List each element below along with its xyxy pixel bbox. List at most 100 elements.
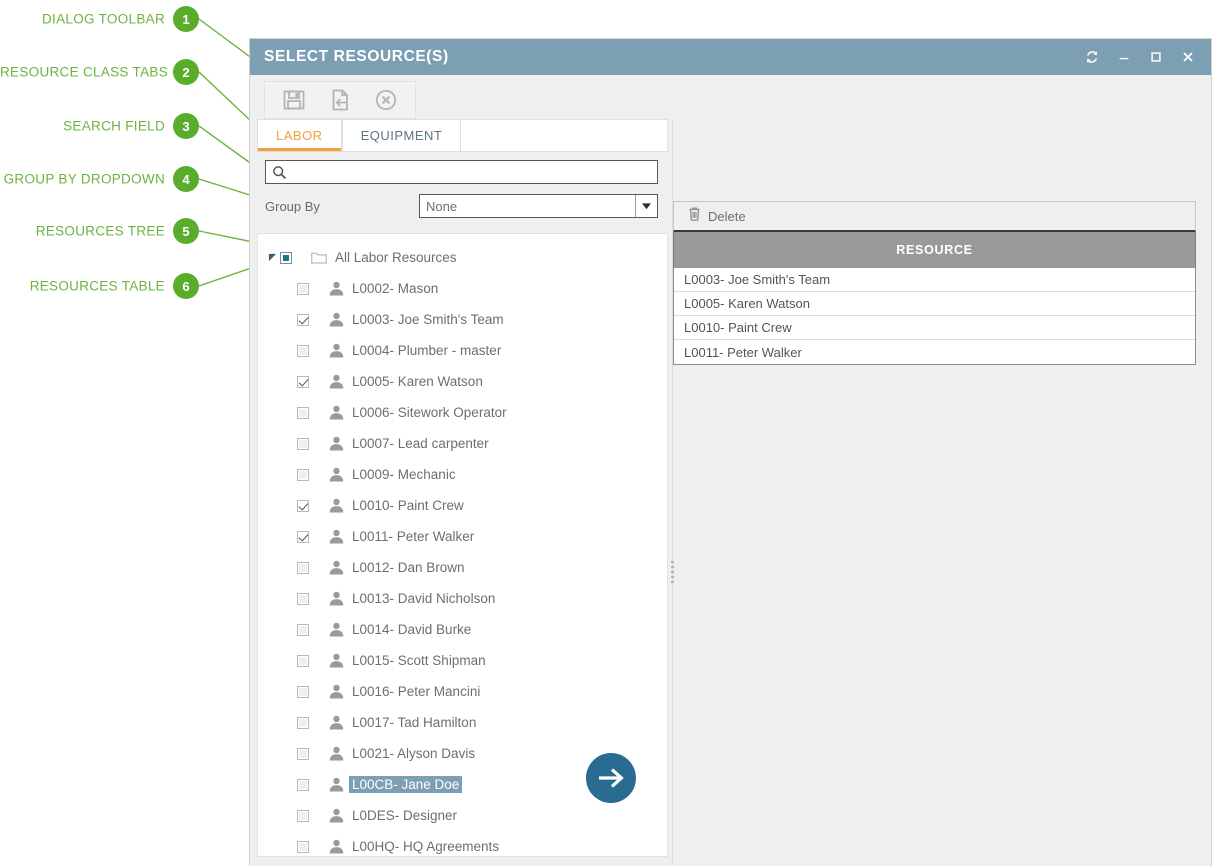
- annotation-badge-6: 6: [173, 273, 199, 299]
- tree-item[interactable]: L0004- Plumber - master: [258, 335, 667, 366]
- tree-item[interactable]: L0006- Sitework Operator: [258, 397, 667, 428]
- tree-item-label: L0021- Alyson Davis: [349, 745, 478, 762]
- filter-box: Group By None: [257, 151, 668, 226]
- chevron-down-icon[interactable]: [635, 195, 657, 217]
- annotation-badge-3: 3: [173, 113, 199, 139]
- refresh-icon[interactable]: [1077, 42, 1107, 72]
- person-icon: [323, 684, 349, 699]
- person-icon: [323, 746, 349, 761]
- tree-item-label: L0014- David Burke: [349, 621, 474, 638]
- tab-equipment[interactable]: EQUIPMENT: [342, 119, 462, 151]
- tree-item-checkbox[interactable]: [297, 593, 323, 605]
- tree-item[interactable]: L0005- Karen Watson: [258, 366, 667, 397]
- tree-item[interactable]: L0007- Lead carpenter: [258, 428, 667, 459]
- delete-label: Delete: [708, 209, 746, 224]
- tree-item[interactable]: L0014- David Burke: [258, 614, 667, 645]
- table-row[interactable]: L0011- Peter Walker: [674, 340, 1195, 364]
- person-icon: [323, 436, 349, 451]
- tree-item-checkbox[interactable]: [297, 810, 323, 822]
- group-by-dropdown[interactable]: None: [419, 194, 658, 218]
- group-by-label: Group By: [265, 199, 419, 214]
- left-pane: LABOR EQUIPMENT: [257, 119, 668, 863]
- resources-tree[interactable]: All Labor Resources L0002- MasonL0003- J…: [257, 233, 668, 857]
- table-row[interactable]: L0005- Karen Watson: [674, 292, 1195, 316]
- tree-item-checkbox[interactable]: [297, 562, 323, 574]
- tree-item[interactable]: L0003- Joe Smith's Team: [258, 304, 667, 335]
- tree-item-label: L00HQ- HQ Agreements: [349, 838, 502, 855]
- splitter-grip[interactable]: [671, 561, 675, 583]
- tree-item-label: L0004- Plumber - master: [349, 342, 504, 359]
- person-icon: [323, 839, 349, 854]
- table-row[interactable]: L0003- Joe Smith's Team: [674, 268, 1195, 292]
- resources-table-panel: Delete RESOURCE L0003- Joe Smith's TeamL…: [673, 201, 1196, 365]
- expand-collapse-icon[interactable]: [264, 253, 280, 262]
- cancel-icon[interactable]: [363, 83, 409, 117]
- tree-item-label: L0011- Peter Walker: [349, 528, 477, 545]
- tree-item-checkbox[interactable]: [297, 345, 323, 357]
- person-icon: [323, 715, 349, 730]
- tree-item-label: L0017- Tad Hamilton: [349, 714, 479, 731]
- person-icon: [323, 622, 349, 637]
- annotation-badge-1: 1: [173, 6, 199, 32]
- person-icon: [323, 312, 349, 327]
- tree-item[interactable]: L0017- Tad Hamilton: [258, 707, 667, 738]
- grid-toolbar: Delete: [673, 201, 1196, 232]
- tab-labor[interactable]: LABOR: [257, 119, 342, 151]
- search-input[interactable]: [292, 162, 657, 182]
- tab-filler: [461, 119, 668, 151]
- person-icon: [323, 529, 349, 544]
- tree-root-node[interactable]: All Labor Resources: [258, 242, 667, 273]
- screenshot-root: DIALOG TOOLBAR 1 RESOURCE CLASS TABS 2 S…: [0, 0, 1223, 866]
- tree-item-label: L0009- Mechanic: [349, 466, 459, 483]
- search-field[interactable]: [265, 160, 658, 184]
- resource-class-tabs: LABOR EQUIPMENT: [257, 119, 668, 151]
- tree-item-checkbox[interactable]: [297, 841, 323, 853]
- tree-item[interactable]: L0016- Peter Mancini: [258, 676, 667, 707]
- tree-item-checkbox[interactable]: [297, 748, 323, 760]
- tree-item[interactable]: L0002- Mason: [258, 273, 667, 304]
- dialog-toolbar: [264, 81, 416, 119]
- maximize-icon[interactable]: [1141, 42, 1171, 72]
- grid-column-resource[interactable]: RESOURCE: [896, 243, 972, 257]
- tree-item[interactable]: L0015- Scott Shipman: [258, 645, 667, 676]
- tree-item[interactable]: L0011- Peter Walker: [258, 521, 667, 552]
- tree-item-checkbox[interactable]: [297, 314, 323, 326]
- tree-item-checkbox[interactable]: [297, 283, 323, 295]
- tree-item-checkbox[interactable]: [297, 469, 323, 481]
- tree-item-checkbox[interactable]: [297, 531, 323, 543]
- group-by-value: None: [420, 199, 635, 214]
- tree-item[interactable]: L0010- Paint Crew: [258, 490, 667, 521]
- tree-item[interactable]: L0009- Mechanic: [258, 459, 667, 490]
- tree-root-checkbox[interactable]: [280, 252, 306, 264]
- tree-item-checkbox[interactable]: [297, 655, 323, 667]
- tree-item[interactable]: L0DES- Designer: [258, 800, 667, 831]
- tree-item-label: L0007- Lead carpenter: [349, 435, 492, 452]
- delete-button[interactable]: Delete: [687, 206, 746, 226]
- tree-item[interactable]: L0013- David Nicholson: [258, 583, 667, 614]
- person-icon: [323, 498, 349, 513]
- tree-item-checkbox[interactable]: [297, 376, 323, 388]
- save-icon[interactable]: [271, 83, 317, 117]
- export-icon[interactable]: [317, 83, 363, 117]
- transfer-right-arrow-button[interactable]: [586, 753, 636, 803]
- tree-item-checkbox[interactable]: [297, 407, 323, 419]
- tree-item-label: L0012- Dan Brown: [349, 559, 468, 576]
- minimize-icon[interactable]: [1109, 42, 1139, 72]
- annotation-badge-4: 4: [173, 166, 199, 192]
- tree-item-checkbox[interactable]: [297, 779, 323, 791]
- tree-item[interactable]: L00HQ- HQ Agreements: [258, 831, 667, 857]
- tree-item-checkbox[interactable]: [297, 438, 323, 450]
- person-icon: [323, 343, 349, 358]
- close-icon[interactable]: [1173, 42, 1203, 72]
- table-row[interactable]: L0010- Paint Crew: [674, 316, 1195, 340]
- tree-item-label: L00CB- Jane Doe: [349, 776, 462, 793]
- tree-item-checkbox[interactable]: [297, 624, 323, 636]
- tree-item[interactable]: L0012- Dan Brown: [258, 552, 667, 583]
- person-icon: [323, 374, 349, 389]
- tree-item-label: L0015- Scott Shipman: [349, 652, 489, 669]
- tree-item-checkbox[interactable]: [297, 500, 323, 512]
- tree-item-checkbox[interactable]: [297, 717, 323, 729]
- tree-item-checkbox[interactable]: [297, 686, 323, 698]
- trash-icon: [687, 206, 702, 226]
- person-icon: [323, 808, 349, 823]
